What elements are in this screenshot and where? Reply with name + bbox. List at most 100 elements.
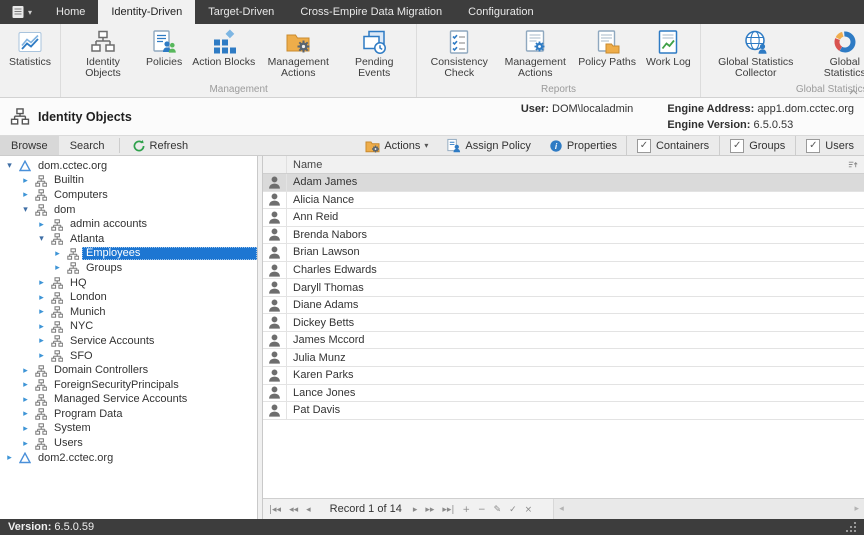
tab-target-driven[interactable]: Target-Driven bbox=[195, 0, 287, 24]
tree-item-dom-cctec-org[interactable]: ▾dom.cctec.org bbox=[0, 159, 257, 174]
list-row[interactable]: James Mccord bbox=[263, 332, 864, 350]
list-row[interactable]: Lance Jones bbox=[263, 385, 864, 403]
chevron-down-icon[interactable]: ▾ bbox=[20, 205, 31, 215]
chevron-right-icon[interactable]: ▸ bbox=[52, 263, 63, 273]
tree-item-domain-controllers[interactable]: ▸Domain Controllers bbox=[0, 363, 257, 378]
list-row[interactable]: Karen Parks bbox=[263, 367, 864, 385]
append-record-button[interactable]: + bbox=[462, 505, 470, 515]
ribbon-button-action-blocks[interactable]: Action Blocks bbox=[187, 27, 260, 69]
list-row[interactable]: Ann Reid bbox=[263, 209, 864, 227]
chevron-right-icon[interactable]: ▸ bbox=[20, 190, 31, 200]
next-page-button[interactable]: ▸▸ bbox=[425, 505, 434, 515]
list-row[interactable]: Diane Adams bbox=[263, 297, 864, 315]
list-row[interactable]: Alicia Nance bbox=[263, 192, 864, 210]
ribbon-button-management-actions[interactable]: Management Actions bbox=[260, 27, 336, 80]
chevron-right-icon[interactable]: ▸ bbox=[36, 293, 47, 303]
tree-item-munich[interactable]: ▸Munich bbox=[0, 305, 257, 320]
last-record-button[interactable]: ▸▸| bbox=[442, 505, 454, 515]
filter-containers-checkbox[interactable]: ✓Containers bbox=[626, 136, 719, 155]
chevron-right-icon[interactable]: ▸ bbox=[52, 249, 63, 259]
tree-item-foreignsecurityprincipals[interactable]: ▸ForeignSecurityPrincipals bbox=[0, 378, 257, 393]
chevron-right-icon[interactable]: ▸ bbox=[36, 351, 47, 361]
chevron-right-icon[interactable]: ▸ bbox=[20, 366, 31, 376]
refresh-button[interactable]: Refresh bbox=[123, 136, 198, 155]
tab-cross-empire-data-migration[interactable]: Cross-Empire Data Migration bbox=[287, 0, 455, 24]
ribbon-button-pending-events[interactable]: Pending Events bbox=[336, 27, 412, 80]
chevron-down-icon[interactable]: ▾ bbox=[4, 161, 15, 171]
edit-record-button[interactable]: ✎ bbox=[494, 505, 502, 515]
prev-record-button[interactable]: ◂ bbox=[306, 505, 311, 515]
tab-configuration[interactable]: Configuration bbox=[455, 0, 546, 24]
post-edit-button[interactable]: ✓ bbox=[509, 505, 517, 515]
list-row[interactable]: Daryll Thomas bbox=[263, 279, 864, 297]
tree-item-admin-accounts[interactable]: ▸admin accounts bbox=[0, 217, 257, 232]
list-row[interactable]: Brian Lawson bbox=[263, 244, 864, 262]
scroll-right-icon[interactable]: ▸ bbox=[854, 504, 859, 514]
cancel-edit-button[interactable]: × bbox=[525, 505, 533, 515]
delete-record-button[interactable]: − bbox=[478, 505, 486, 515]
tree-item-nyc[interactable]: ▸NYC bbox=[0, 320, 257, 335]
list-row[interactable]: Charles Edwards bbox=[263, 262, 864, 280]
next-record-button[interactable]: ▸ bbox=[413, 505, 418, 515]
tree-item-system[interactable]: ▸System bbox=[0, 422, 257, 437]
tree-item-london[interactable]: ▸London bbox=[0, 290, 257, 305]
sort-ascending-icon[interactable] bbox=[847, 159, 858, 170]
tree-item-sfo[interactable]: ▸SFO bbox=[0, 349, 257, 364]
tree-item-groups[interactable]: ▸Groups bbox=[0, 261, 257, 276]
tree-item-hq[interactable]: ▸HQ bbox=[0, 276, 257, 291]
tree-item-builtin[interactable]: ▸Builtin bbox=[0, 174, 257, 189]
view-tab-search[interactable]: Search bbox=[59, 136, 116, 155]
chevron-right-icon[interactable]: ▸ bbox=[4, 453, 15, 463]
list-row[interactable]: Adam James bbox=[263, 174, 864, 192]
horizontal-scrollbar[interactable]: ◂ ▸ bbox=[553, 499, 864, 519]
chevron-right-icon[interactable]: ▸ bbox=[20, 380, 31, 390]
ribbon-button-statistics[interactable]: Statistics bbox=[4, 27, 56, 69]
actions-button[interactable]: Actions ▾ bbox=[356, 136, 437, 155]
ribbon-button-global-statistics-collector[interactable]: Global Statistics Collector bbox=[705, 27, 807, 80]
chevron-right-icon[interactable]: ▸ bbox=[36, 322, 47, 332]
name-column-header[interactable]: Name bbox=[287, 159, 847, 171]
ribbon-button-work-log[interactable]: Work Log bbox=[641, 27, 696, 69]
scroll-left-icon[interactable]: ◂ bbox=[559, 504, 564, 514]
first-record-button[interactable]: |◂◂ bbox=[269, 505, 281, 515]
ribbon-button-global-statistics[interactable]: Global Statistics bbox=[807, 27, 864, 80]
tree-item-service-accounts[interactable]: ▸Service Accounts bbox=[0, 334, 257, 349]
chevron-right-icon[interactable]: ▸ bbox=[20, 409, 31, 419]
chevron-right-icon[interactable]: ▸ bbox=[36, 220, 47, 230]
tab-identity-driven[interactable]: Identity-Driven bbox=[98, 0, 195, 24]
ribbon-button-management-actions[interactable]: Management Actions bbox=[497, 27, 573, 80]
prev-page-button[interactable]: ◂◂ bbox=[289, 505, 298, 515]
filter-users-checkbox[interactable]: ✓Users bbox=[795, 136, 864, 155]
filter-groups-checkbox[interactable]: ✓Groups bbox=[719, 136, 795, 155]
ribbon-collapse-icon[interactable] bbox=[849, 89, 858, 95]
ribbon-button-consistency-check[interactable]: Consistency Check bbox=[421, 27, 497, 80]
chevron-right-icon[interactable]: ▸ bbox=[20, 424, 31, 434]
chevron-right-icon[interactable]: ▸ bbox=[36, 278, 47, 288]
properties-button[interactable]: i Properties bbox=[540, 136, 626, 155]
tree-item-dom2-cctec-org[interactable]: ▸dom2.cctec.org bbox=[0, 451, 257, 466]
chevron-right-icon[interactable]: ▸ bbox=[36, 336, 47, 346]
list-row[interactable]: Julia Munz bbox=[263, 349, 864, 367]
list-row[interactable]: Pat Davis bbox=[263, 402, 864, 420]
chevron-right-icon[interactable]: ▸ bbox=[20, 395, 31, 405]
ribbon-button-policy-paths[interactable]: Policy Paths bbox=[573, 27, 641, 69]
app-menu-button[interactable]: ▾ bbox=[0, 0, 43, 24]
tree-item-managed-service-accounts[interactable]: ▸Managed Service Accounts bbox=[0, 393, 257, 408]
tree-item-atlanta[interactable]: ▾Atlanta bbox=[0, 232, 257, 247]
view-tab-browse[interactable]: Browse bbox=[0, 136, 59, 155]
tree-item-employees[interactable]: ▸Employees bbox=[0, 247, 257, 262]
tree-item-computers[interactable]: ▸Computers bbox=[0, 188, 257, 203]
chevron-right-icon[interactable]: ▸ bbox=[36, 307, 47, 317]
chevron-right-icon[interactable]: ▸ bbox=[20, 439, 31, 449]
tree-item-users[interactable]: ▸Users bbox=[0, 436, 257, 451]
tree-item-dom[interactable]: ▾dom bbox=[0, 203, 257, 218]
assign-policy-button[interactable]: Assign Policy bbox=[437, 136, 539, 155]
resize-grip[interactable] bbox=[854, 530, 856, 532]
chevron-down-icon[interactable]: ▾ bbox=[36, 234, 47, 244]
tree-item-program-data[interactable]: ▸Program Data bbox=[0, 407, 257, 422]
tab-home[interactable]: Home bbox=[43, 0, 98, 24]
ribbon-button-policies[interactable]: Policies bbox=[141, 27, 187, 69]
chevron-right-icon[interactable]: ▸ bbox=[20, 176, 31, 186]
list-row[interactable]: Dickey Betts bbox=[263, 314, 864, 332]
ribbon-button-identity-objects[interactable]: Identity Objects bbox=[65, 27, 141, 80]
